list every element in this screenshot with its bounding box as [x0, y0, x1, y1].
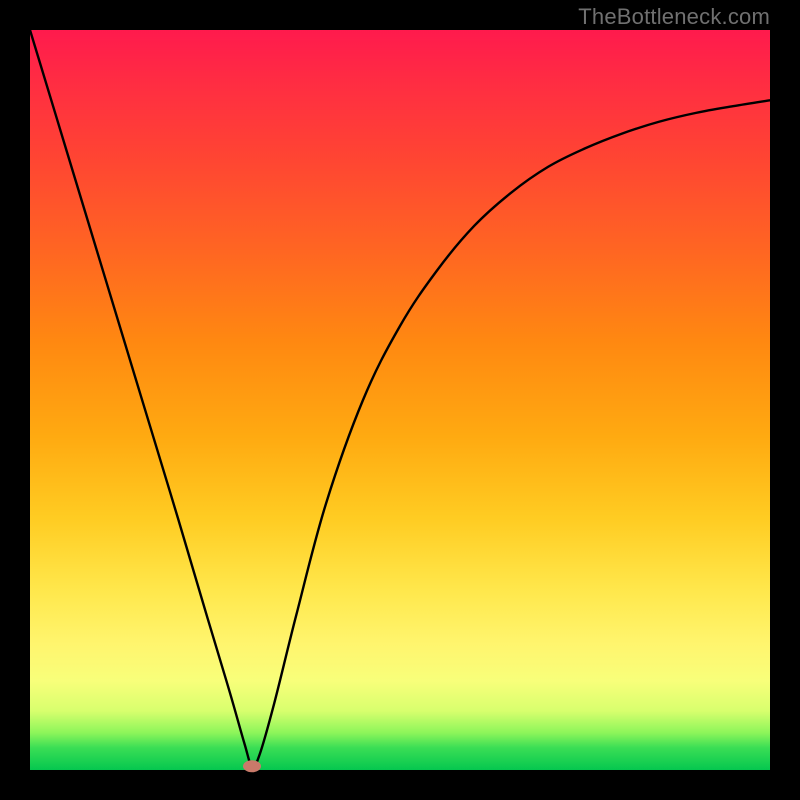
chart-frame: TheBottleneck.com	[0, 0, 800, 800]
watermark-label: TheBottleneck.com	[578, 4, 770, 30]
minimum-marker	[243, 760, 261, 772]
chart-svg	[30, 30, 770, 770]
plot-area	[30, 30, 770, 770]
bottleneck-curve	[30, 30, 770, 767]
